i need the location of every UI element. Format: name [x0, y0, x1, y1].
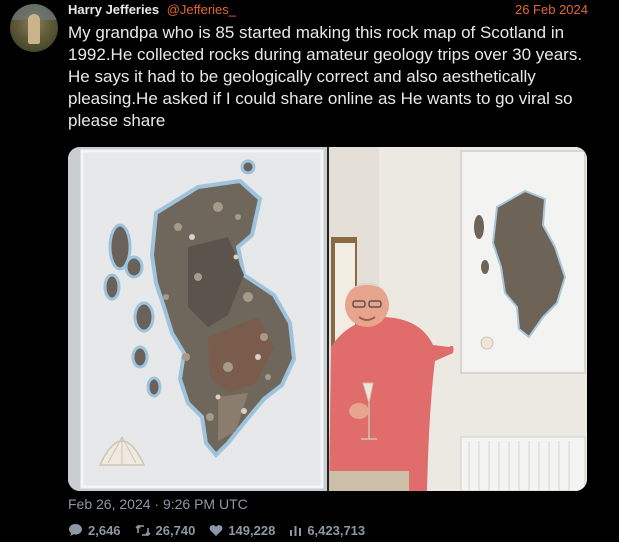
- like-count: 149,228: [228, 522, 276, 538]
- author-handle[interactable]: @Jefferies_: [167, 2, 236, 17]
- tweet-stats: 2,646 26,740 149,228 6,423,713: [68, 521, 379, 539]
- reply-count: 2,646: [88, 522, 121, 538]
- views-stat[interactable]: 6,423,713: [289, 521, 365, 539]
- author-name[interactable]: Harry Jefferies: [68, 2, 159, 17]
- tweet-timestamp[interactable]: Feb 26, 2024 · 9:26 PM UTC: [68, 496, 248, 512]
- bar-chart-icon: [290, 526, 302, 536]
- avatar[interactable]: [10, 4, 58, 52]
- reply-stat[interactable]: 2,646: [68, 521, 121, 539]
- like-stat[interactable]: 149,228: [209, 521, 275, 539]
- tweet-date[interactable]: 26 Feb 2024: [515, 2, 588, 17]
- retweet-stat[interactable]: 26,740: [134, 521, 196, 539]
- retweet-count: 26,740: [155, 522, 196, 538]
- heart-icon: [209, 524, 223, 536]
- media-grid: [68, 147, 587, 491]
- tweet-header: Harry Jefferies @Jefferies_ 26 Feb 2024: [68, 2, 588, 20]
- retweet-arrows-icon: [134, 524, 151, 536]
- tweet: Harry Jefferies @Jefferies_ 26 Feb 2024 …: [0, 0, 619, 542]
- tweet-text: My grandpa who is 85 started making this…: [68, 23, 583, 130]
- speech-bubble-icon: [69, 524, 82, 536]
- views-count: 6,423,713: [307, 522, 366, 538]
- rock-map-photo[interactable]: [68, 147, 327, 491]
- grandpa-photo[interactable]: [329, 147, 587, 491]
